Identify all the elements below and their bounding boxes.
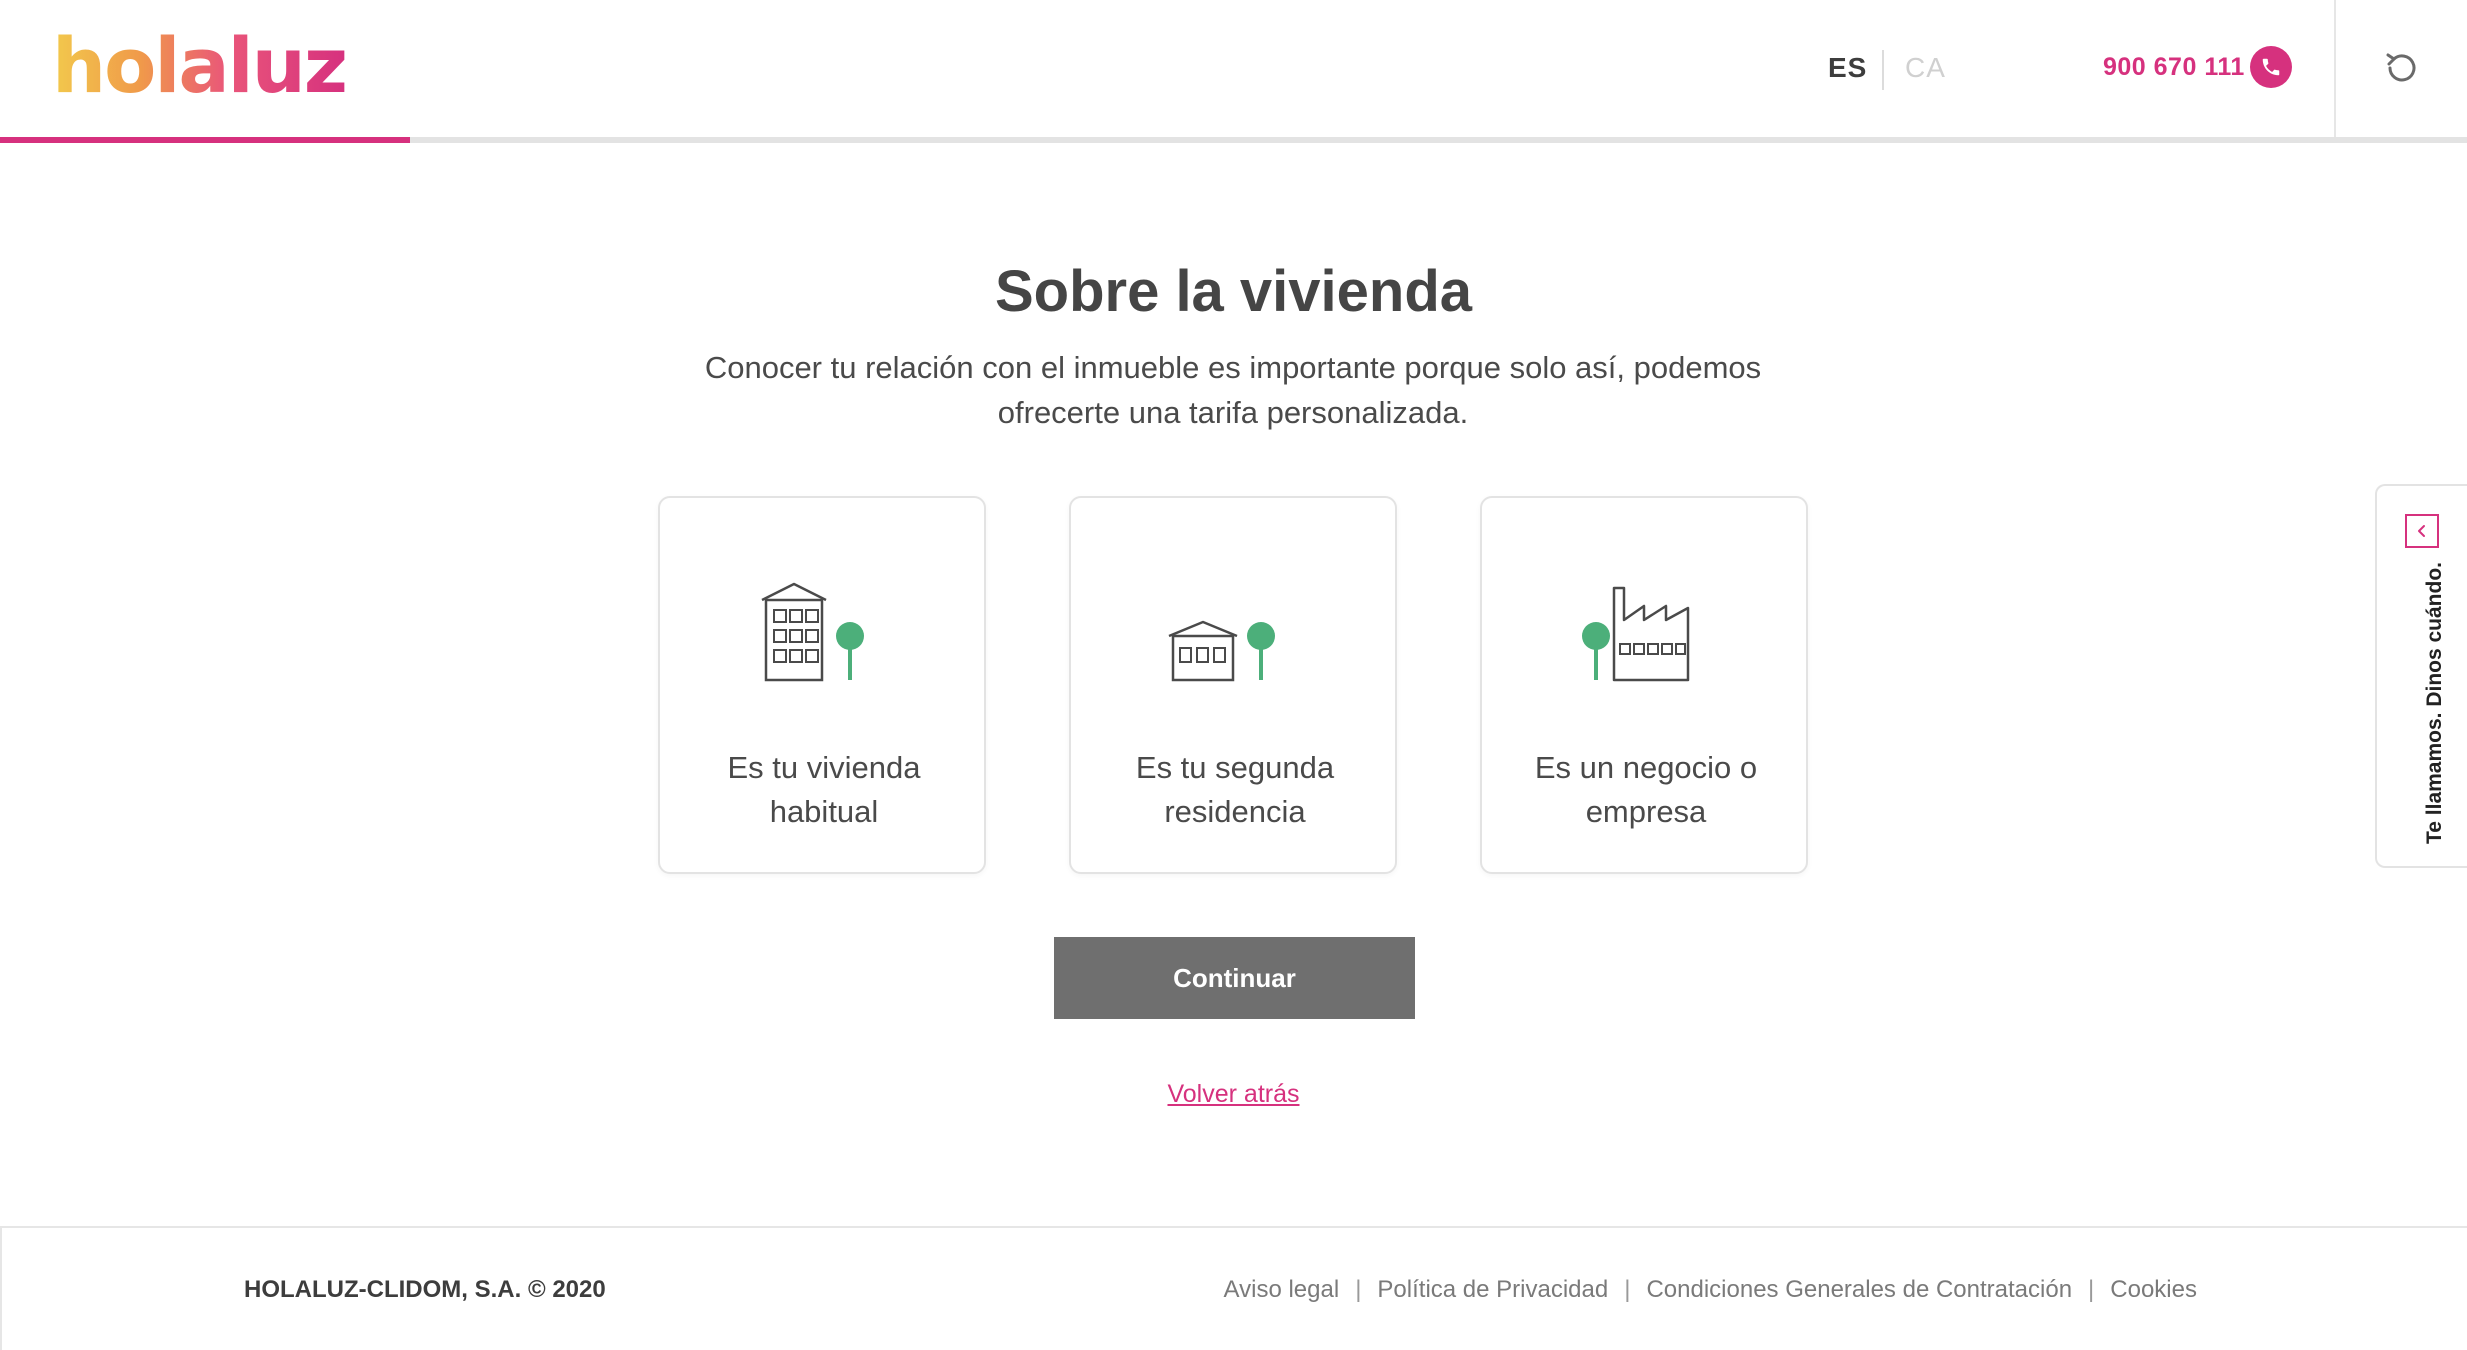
option-card-vivienda-habitual[interactable]: Es tu vivienda habitual bbox=[658, 496, 986, 874]
footer-link-privacidad[interactable]: Política de Privacidad bbox=[1377, 1276, 1608, 1304]
callback-label: Te llamamos. Dinos cuándo. bbox=[2423, 561, 2446, 844]
continue-button[interactable]: Continuar bbox=[1054, 937, 1415, 1019]
factory-icon bbox=[1582, 586, 1690, 682]
restart-icon[interactable] bbox=[2378, 44, 2426, 92]
header: holaluz ES CA 900 670 111 bbox=[0, 0, 2467, 144]
progress-bar-fill bbox=[0, 137, 410, 143]
header-divider bbox=[2334, 0, 2336, 138]
footer-link-condiciones[interactable]: Condiciones Generales de Contratación bbox=[1646, 1276, 2072, 1304]
option-label: Es tu segunda residencia bbox=[1135, 750, 1335, 829]
page-subtitle: Conocer tu relación con el inmueble es i… bbox=[704, 350, 1762, 430]
callback-label-wrapper: Te llamamos. Dinos cuándo. bbox=[2423, 562, 2453, 844]
option-label: Es un negocio o empresa bbox=[1534, 750, 1758, 829]
language-ca[interactable]: CA bbox=[1905, 52, 1946, 84]
footer-separator: | bbox=[1355, 1276, 1362, 1303]
progress-bar bbox=[0, 137, 2467, 143]
language-es[interactable]: ES bbox=[1828, 52, 1867, 84]
copyright: HOLALUZ-CLIDOM, S.A. © 2020 bbox=[244, 1276, 606, 1303]
option-card-negocio[interactable]: Es un negocio o empresa bbox=[1480, 496, 1808, 874]
footer-links: Aviso legal | Política de Privacidad | C… bbox=[1224, 1276, 2197, 1304]
back-link[interactable]: Volver atrás bbox=[1167, 1080, 1299, 1108]
footer-separator: | bbox=[2088, 1276, 2095, 1303]
footer-link-aviso-legal[interactable]: Aviso legal bbox=[1224, 1276, 1340, 1304]
callback-side-tab[interactable]: Te llamamos. Dinos cuándo. bbox=[2375, 484, 2467, 868]
footer-link-cookies[interactable]: Cookies bbox=[2110, 1276, 2197, 1304]
apartment-building-icon bbox=[761, 582, 864, 682]
language-divider bbox=[1882, 50, 1884, 90]
house-icon bbox=[1168, 620, 1275, 682]
option-card-segunda-residencia[interactable]: Es tu segunda residencia bbox=[1069, 496, 1397, 874]
option-label: Es tu vivienda habitual bbox=[727, 750, 921, 829]
holaluz-logo[interactable]: holaluz bbox=[52, 28, 348, 104]
page-title: Sobre la vivienda bbox=[994, 259, 1473, 324]
phone-number[interactable]: 900 670 111 bbox=[2103, 53, 2245, 82]
phone-icon[interactable] bbox=[2250, 46, 2292, 88]
chevron-left-icon[interactable] bbox=[2405, 514, 2439, 548]
footer: HOLALUZ-CLIDOM, S.A. © 2020 Aviso legal … bbox=[0, 1226, 2467, 1350]
back-link-wrapper: Volver atrás bbox=[0, 1080, 2467, 1109]
footer-separator: | bbox=[1624, 1276, 1631, 1303]
